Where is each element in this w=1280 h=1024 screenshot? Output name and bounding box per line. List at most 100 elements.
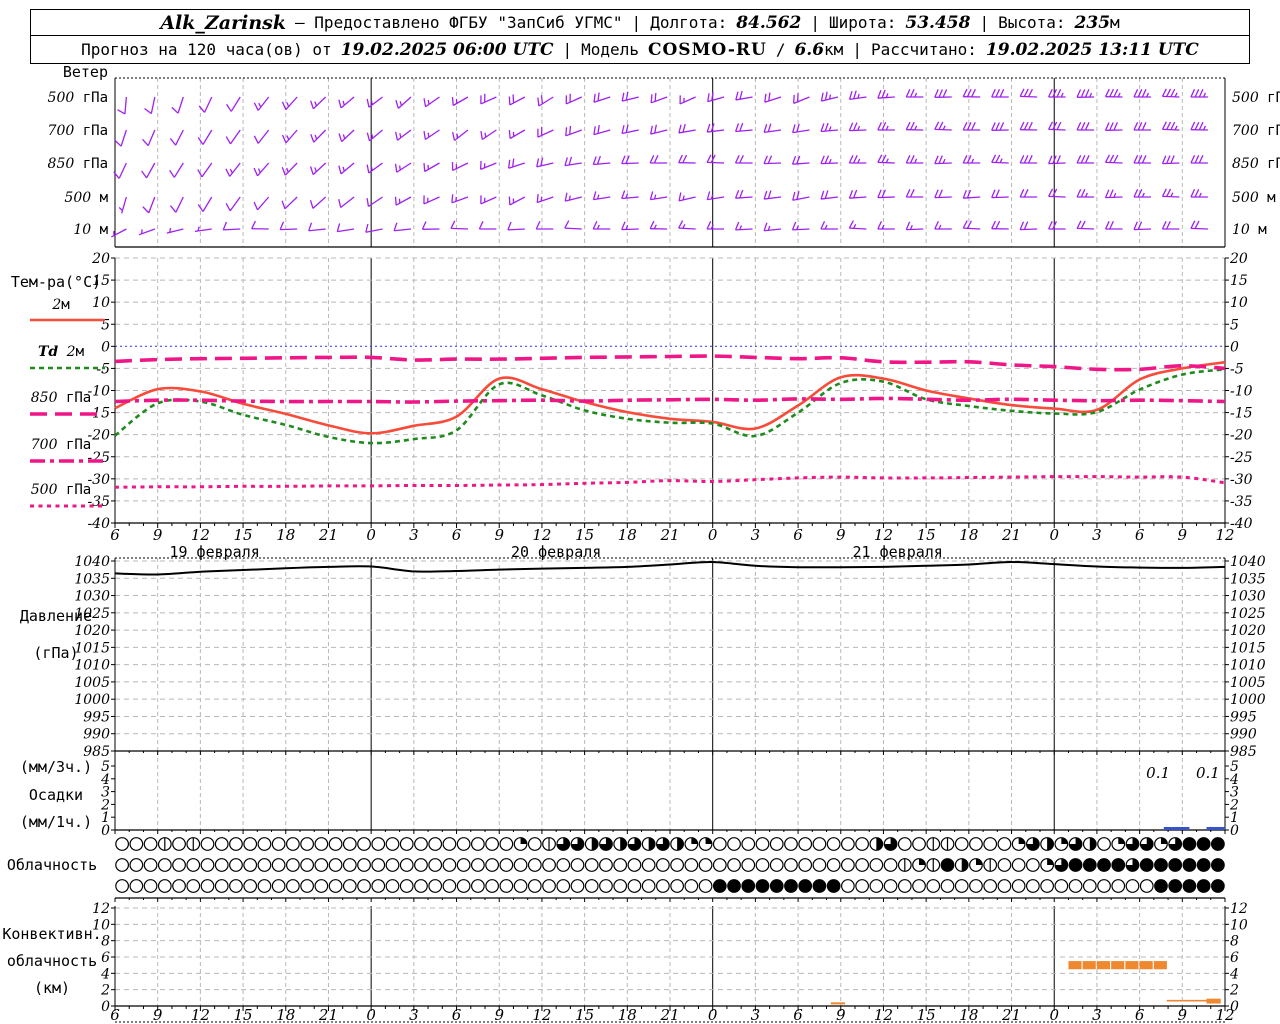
svg-text:10: 10 [1230,295,1248,311]
svg-text:-5: -5 [1230,361,1244,377]
svg-text:990: 990 [83,727,110,743]
svg-text:10 м: 10 м [73,222,108,238]
svg-text:3: 3 [1092,526,1102,544]
svg-text:995: 995 [83,709,110,725]
svg-text:9: 9 [153,526,163,544]
svg-text:21 февраля: 21 февраля [853,543,943,561]
svg-text:0: 0 [1230,823,1239,839]
svg-text:-25: -25 [1230,450,1253,466]
svg-text:1000: 1000 [74,692,110,708]
wind-barb-row-500м [118,188,1208,214]
svg-text:-10: -10 [1230,384,1253,400]
svg-text:8: 8 [1230,934,1239,950]
svg-text:12: 12 [874,1006,893,1024]
wind-barb-row-10м [111,220,1208,238]
svg-text:0.1: 0.1 [1146,764,1170,782]
svg-text:-30: -30 [1230,472,1253,488]
svg-text:-30: -30 [87,472,110,488]
svg-text:6: 6 [1135,526,1145,544]
svg-text:500 м: 500 м [64,190,108,206]
svg-text:1040: 1040 [74,554,110,570]
svg-text:19 февраля: 19 февраля [169,543,259,561]
svg-text:0: 0 [1049,526,1059,544]
svg-text:18: 18 [276,526,295,544]
cloud-symbols [115,837,1225,893]
temp-series-850 гПа [114,354,1226,372]
svg-text:21: 21 [659,1006,679,1024]
svg-text:-35: -35 [1230,494,1253,510]
wind-barb-row-850гПа [113,154,1208,179]
svg-text:9: 9 [836,1006,846,1024]
svg-text:12: 12 [874,526,893,544]
svg-text:12: 12 [1230,901,1248,917]
svg-text:15: 15 [92,273,110,289]
svg-text:10 м: 10 м [1232,222,1267,238]
svg-text:4: 4 [100,966,110,982]
svg-text:-35: -35 [87,494,110,510]
svg-text:3: 3 [409,526,419,544]
svg-text:500 м: 500 м [1232,190,1276,206]
svg-text:-10: -10 [87,384,110,400]
svg-text:1040: 1040 [1230,554,1266,570]
svg-text:6: 6 [452,526,462,544]
svg-text:10: 10 [92,917,110,933]
svg-text:9: 9 [494,526,504,544]
svg-text:985: 985 [83,744,110,760]
svg-text:5: 5 [1230,317,1239,333]
svg-text:985: 985 [1230,744,1257,760]
svg-text:3: 3 [409,1006,419,1024]
svg-text:9: 9 [1178,526,1188,544]
svg-text:12: 12 [191,1006,210,1024]
svg-text:990: 990 [1230,727,1257,743]
svg-text:9: 9 [836,526,846,544]
svg-text:6: 6 [1230,950,1239,966]
svg-text:12: 12 [92,901,110,917]
svg-text:-15: -15 [1230,406,1253,422]
svg-text:18: 18 [276,1006,295,1024]
svg-text:12: 12 [532,526,551,544]
svg-text:15: 15 [234,1006,253,1024]
svg-text:0: 0 [708,1006,718,1024]
svg-text:4: 4 [1229,966,1239,982]
svg-text:1025: 1025 [1230,606,1266,622]
svg-text:1005: 1005 [1230,675,1266,691]
svg-text:6: 6 [110,526,120,544]
svg-text:6: 6 [793,526,803,544]
svg-text:15: 15 [575,526,594,544]
svg-text:0.1: 0.1 [1196,764,1220,782]
svg-text:0: 0 [101,999,110,1015]
convective-cloud-bars [830,961,1221,1005]
svg-text:9: 9 [494,1006,504,1024]
svg-text:0: 0 [708,526,718,544]
svg-text:1030: 1030 [1230,589,1266,605]
svg-text:21: 21 [318,526,338,544]
svg-text:15: 15 [917,1006,936,1024]
svg-text:6: 6 [1135,1006,1145,1024]
svg-text:12: 12 [1215,526,1234,544]
svg-text:6: 6 [101,950,110,966]
svg-text:8: 8 [101,934,110,950]
svg-text:15: 15 [1230,273,1248,289]
svg-text:10: 10 [1230,917,1248,933]
svg-text:0: 0 [366,1006,376,1024]
svg-text:500 гПа: 500 гПа [48,90,108,106]
svg-text:6: 6 [793,1006,803,1024]
svg-text:0: 0 [1049,1006,1059,1024]
svg-text:6: 6 [452,1006,462,1024]
wind-barb-row-700гПа [114,121,1208,147]
svg-text:0: 0 [1230,339,1239,355]
svg-text:-20: -20 [1230,428,1253,444]
svg-text:9: 9 [153,1006,163,1024]
svg-text:21: 21 [318,1006,338,1024]
svg-text:20 февраля: 20 февраля [511,543,601,561]
svg-text:1015: 1015 [1230,640,1266,656]
precip-bars: 0.1 0.1 [1146,764,1225,830]
svg-text:2: 2 [100,983,110,999]
svg-text:500 гПа: 500 гПа [1232,90,1280,106]
svg-text:12: 12 [532,1006,551,1024]
wind-barbs [111,88,1208,238]
svg-text:1020: 1020 [1230,623,1266,639]
svg-text:0: 0 [101,823,110,839]
svg-text:21: 21 [1001,526,1021,544]
svg-text:-25: -25 [87,450,110,466]
